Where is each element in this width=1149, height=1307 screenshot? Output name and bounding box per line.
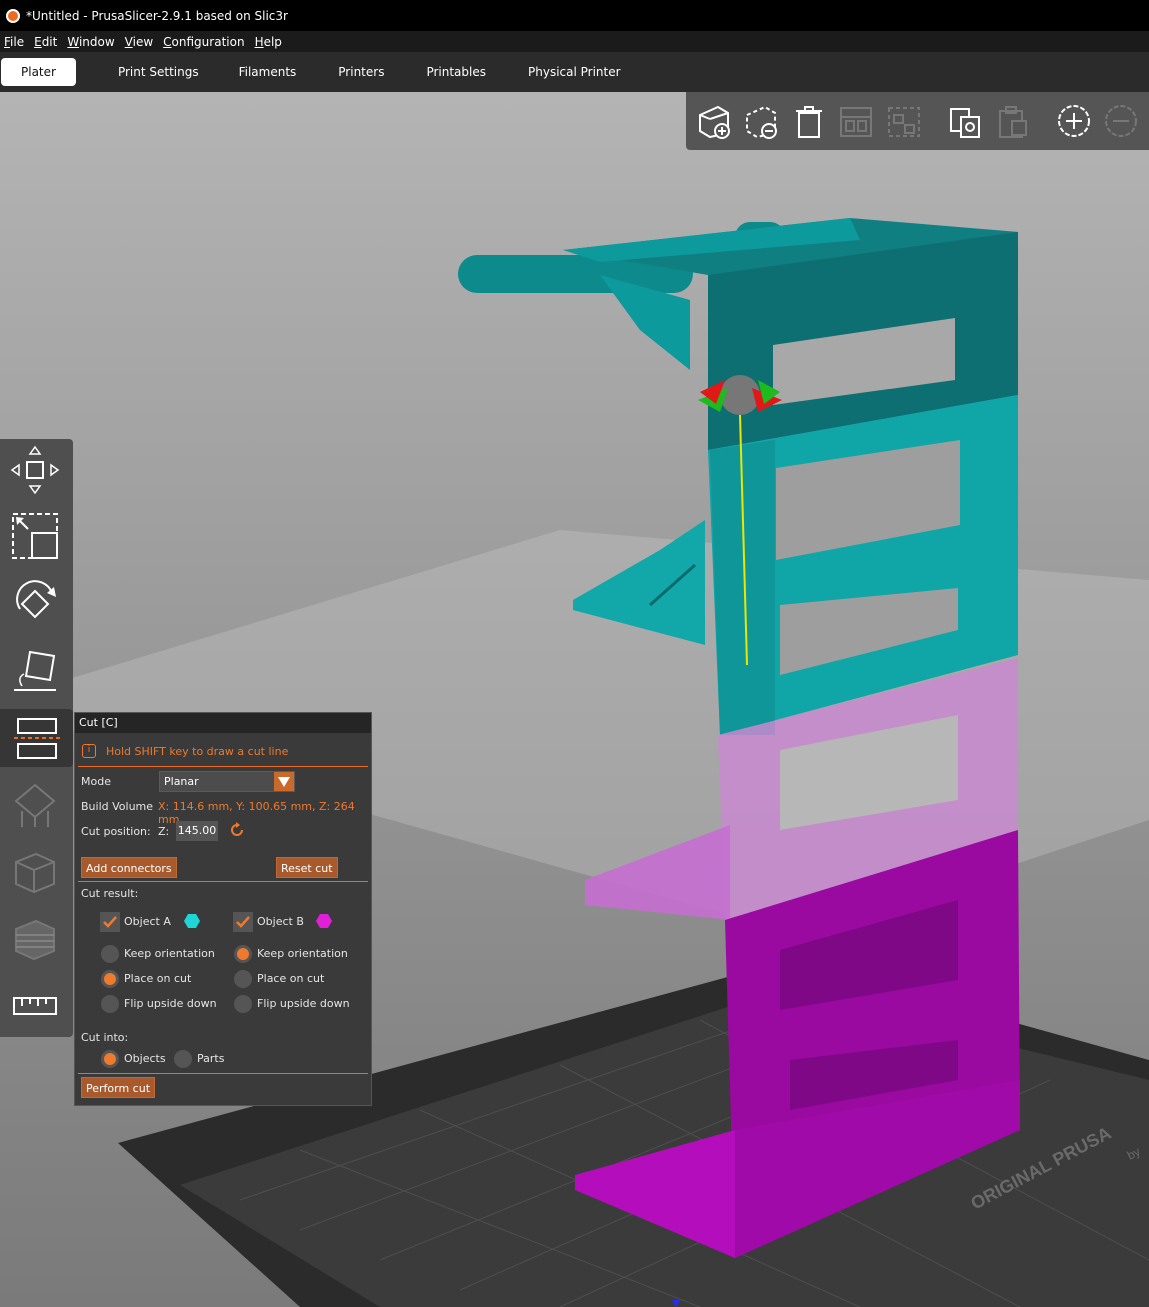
object-a-place-on-cut-radio[interactable] <box>101 970 119 988</box>
delete-all-icon[interactable] <box>789 101 828 141</box>
menu-window[interactable]: Window <box>67 35 114 49</box>
separator <box>78 1073 368 1074</box>
remove-instance-icon <box>1102 101 1141 141</box>
tab-printers[interactable]: Printers <box>318 58 404 86</box>
mmu-segmentation-icon[interactable] <box>6 911 64 969</box>
cut-into-objects-label: Objects <box>124 1052 166 1065</box>
object-b-keep-orientation-label: Keep orientation <box>257 947 348 960</box>
perform-cut-button[interactable]: Perform cut <box>81 1077 156 1098</box>
cut-panel-title: Cut [C] <box>75 713 371 733</box>
object-a-label: Object A <box>124 915 171 928</box>
cut-into-label: Cut into: <box>81 1031 129 1044</box>
object-b-keep-orientation-radio[interactable] <box>234 945 252 963</box>
gizmo-toolbar <box>0 439 73 1037</box>
object-a-flip-label: Flip upside down <box>124 997 217 1010</box>
cut-hint: i Hold SHIFT key to draw a cut line <box>82 744 288 758</box>
arrange-selection-icon <box>884 101 923 141</box>
paste-icon <box>993 101 1032 141</box>
rotate-icon[interactable] <box>6 575 64 633</box>
mode-label: Mode <box>81 775 111 788</box>
3d-viewport[interactable]: ORIGINAL PRUSA by <box>0 92 1149 1307</box>
object-a-keep-orientation-radio[interactable] <box>101 945 119 963</box>
chevron-down-icon[interactable] <box>274 772 294 791</box>
object-b-place-on-cut-label: Place on cut <box>257 972 325 985</box>
cut-into-parts-radio[interactable] <box>174 1050 192 1068</box>
cut-hint-text: Hold SHIFT key to draw a cut line <box>106 744 289 758</box>
object-b-color-icon <box>316 914 332 931</box>
tab-print-settings[interactable]: Print Settings <box>100 58 217 86</box>
cut-into-objects-radio[interactable] <box>101 1050 119 1068</box>
object-a-color-icon <box>184 914 200 931</box>
top-toolbar <box>686 92 1149 150</box>
axis-label: Z: <box>158 825 170 838</box>
cut-panel: Cut [C] i Hold SHIFT key to draw a cut l… <box>74 712 372 1106</box>
reset-value-icon[interactable] <box>229 822 245 841</box>
window-title: *Untitled - PrusaSlicer-2.9.1 based on S… <box>26 8 288 23</box>
object-a-place-on-cut-label: Place on cut <box>124 972 192 985</box>
menu-view[interactable]: View <box>125 35 153 49</box>
menu-configuration[interactable]: Configuration <box>163 35 244 49</box>
seam-icon[interactable] <box>6 844 64 902</box>
object-b-checkbox[interactable] <box>233 912 253 932</box>
cut-position-label: Cut position: <box>81 825 151 838</box>
object-b-flip-radio[interactable] <box>234 995 252 1013</box>
object-a-keep-orientation-label: Keep orientation <box>124 947 215 960</box>
object-a-flip-radio[interactable] <box>101 995 119 1013</box>
info-icon: i <box>82 744 96 758</box>
separator <box>78 766 368 767</box>
supports-icon[interactable] <box>6 777 64 835</box>
add-instance-icon[interactable] <box>1054 101 1093 141</box>
measure-icon[interactable] <box>6 977 64 1035</box>
tab-plater[interactable]: Plater <box>1 58 76 86</box>
build-volume-label: Build Volume <box>81 800 154 813</box>
3d-scene[interactable]: ORIGINAL PRUSA by <box>0 92 1149 1307</box>
move-icon[interactable] <box>6 441 64 499</box>
object-b-label: Object B <box>257 915 304 928</box>
menu-help[interactable]: Help <box>255 35 282 49</box>
title-bar: *Untitled - PrusaSlicer-2.9.1 based on S… <box>0 0 1149 31</box>
menu-edit[interactable]: Edit <box>34 35 57 49</box>
cut-into-parts-label: Parts <box>197 1052 225 1065</box>
object-b-flip-label: Flip upside down <box>257 997 350 1010</box>
place-on-face-icon[interactable] <box>6 642 64 700</box>
add-object-icon[interactable] <box>694 101 733 141</box>
tab-physical-printer[interactable]: Physical Printer <box>508 58 641 86</box>
arrange-icon <box>836 101 875 141</box>
scale-icon[interactable] <box>6 507 64 565</box>
copy-icon[interactable] <box>945 101 984 141</box>
object-a-checkbox[interactable] <box>100 912 120 932</box>
prusaslicer-logo-icon <box>6 8 20 23</box>
object-b-place-on-cut-radio[interactable] <box>234 970 252 988</box>
tab-printables[interactable]: Printables <box>406 58 506 86</box>
mode-select[interactable]: Planar <box>159 771 295 792</box>
cut-icon[interactable] <box>0 709 73 767</box>
menu-file[interactable]: File <box>4 35 24 49</box>
add-connectors-button[interactable]: Add connectors <box>81 857 177 878</box>
reset-cut-button[interactable]: Reset cut <box>276 857 338 878</box>
tab-bar: Plater Print Settings Filaments Printers… <box>0 52 1149 92</box>
delete-icon[interactable] <box>741 101 780 141</box>
menu-bar: File Edit Window View Configuration Help <box>0 31 1149 52</box>
tab-filaments[interactable]: Filaments <box>219 58 317 86</box>
cut-position-input[interactable]: 145.00 <box>176 821 218 841</box>
mode-value: Planar <box>164 775 199 788</box>
cut-result-label: Cut result: <box>81 887 139 900</box>
separator <box>78 881 368 882</box>
